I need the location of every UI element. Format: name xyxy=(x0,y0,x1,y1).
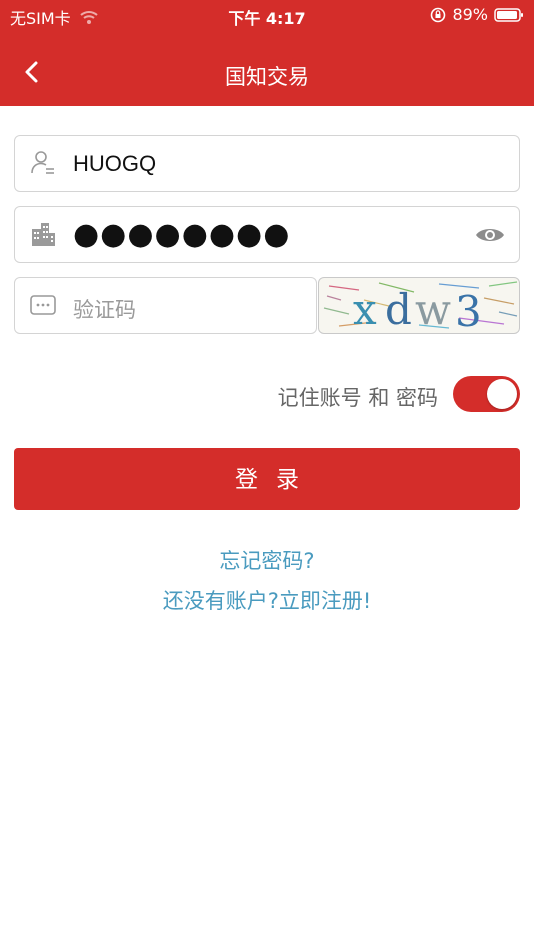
eye-icon[interactable] xyxy=(475,225,505,245)
message-dots-icon xyxy=(30,295,56,315)
toggle-knob xyxy=(487,379,517,409)
username-value: HUOGQ xyxy=(73,151,157,176)
captcha-char-1: x xyxy=(353,285,377,333)
captcha-char-2: d xyxy=(385,285,412,333)
captcha-graphic: x d w 3 xyxy=(323,281,518,333)
username-field[interactable]: HUOGQ xyxy=(14,135,520,192)
password-field[interactable]: ●●●●●●●● xyxy=(14,206,520,263)
captcha-placeholder: 验证码 xyxy=(73,298,136,322)
login-button[interactable]: 登录 xyxy=(14,448,520,510)
battery-percent: 89% xyxy=(452,5,488,24)
captcha-char-4: 3 xyxy=(455,287,482,333)
captcha-image[interactable]: x d w 3 xyxy=(318,277,520,334)
rotation-lock-icon xyxy=(431,7,446,22)
navigation-bar: 国知交易 xyxy=(0,32,534,106)
register-link[interactable]: 还没有账户?立即注册! xyxy=(0,585,534,615)
remember-toggle[interactable] xyxy=(453,376,520,412)
user-icon xyxy=(31,151,54,174)
forgot-password-link[interactable]: 忘记密码? xyxy=(0,545,534,575)
building-icon xyxy=(32,223,55,246)
remember-label: 记住账号 和 密码 xyxy=(277,386,438,410)
battery-icon xyxy=(494,7,523,22)
status-bar: 无SIM卡 下午 4:17 89% xyxy=(0,0,534,32)
password-value: ●●●●●●●● xyxy=(73,217,291,252)
page-title: 国知交易 xyxy=(225,65,309,89)
status-right: 89% xyxy=(430,5,524,24)
captcha-char-3: w xyxy=(415,285,451,333)
captcha-field[interactable]: 验证码 xyxy=(14,277,317,334)
